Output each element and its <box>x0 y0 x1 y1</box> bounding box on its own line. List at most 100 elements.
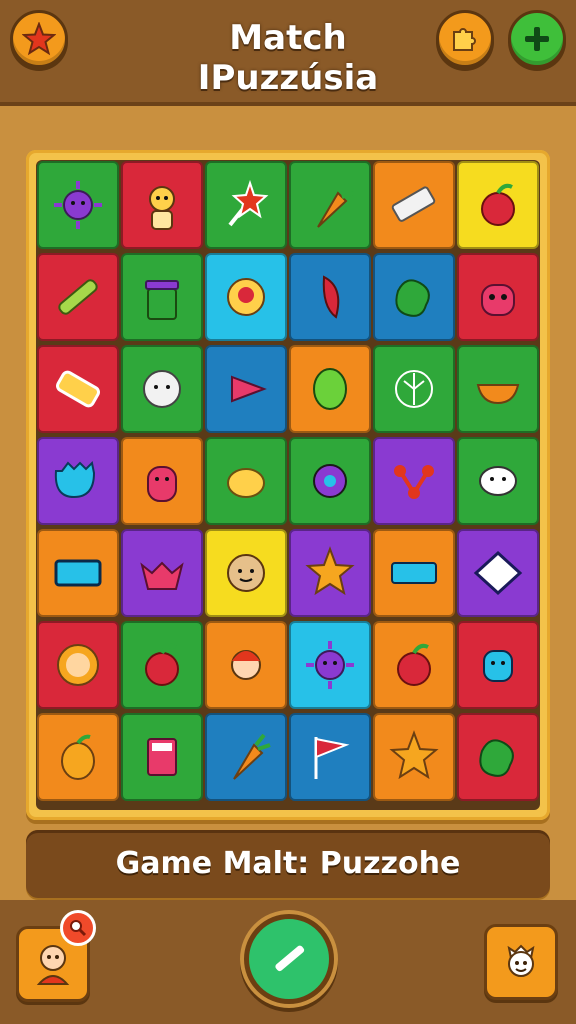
apple-icon <box>481 183 515 226</box>
leaf-ball-icon <box>395 370 433 408</box>
tile-toggle[interactable] <box>373 529 455 617</box>
tile-apple[interactable] <box>373 621 455 709</box>
stick-icon <box>58 279 98 315</box>
search-icon <box>70 920 87 937</box>
carrot-icon <box>233 733 271 780</box>
tile-robot-head[interactable] <box>457 621 539 709</box>
tile-molecule[interactable] <box>373 437 455 525</box>
pencil-icon <box>275 945 305 972</box>
battery-icon <box>56 370 100 408</box>
chili-icon <box>322 275 340 319</box>
tile-lion[interactable] <box>37 621 119 709</box>
eraser-icon <box>391 186 436 222</box>
tile-flag[interactable] <box>289 713 371 801</box>
plus-icon <box>525 27 549 51</box>
ball-face-icon <box>143 370 181 408</box>
apple-icon <box>397 643 431 686</box>
tile-cat[interactable] <box>121 437 203 525</box>
tile-star[interactable] <box>289 529 371 617</box>
blob-icon <box>395 279 430 317</box>
star-wand-icon <box>228 179 269 227</box>
bowl-icon <box>476 384 520 405</box>
screen-icon <box>54 559 102 587</box>
monster-icon <box>481 284 515 316</box>
tile-bird[interactable] <box>121 529 203 617</box>
tile-bin[interactable] <box>121 253 203 341</box>
game-title: Match IPuzzúsia <box>150 18 426 98</box>
cat-icon <box>147 466 177 502</box>
lemon-icon <box>227 468 265 498</box>
lion-icon <box>57 644 99 686</box>
tile-boy[interactable] <box>205 621 287 709</box>
tile-apple[interactable] <box>457 161 539 249</box>
tile-calculator[interactable] <box>121 713 203 801</box>
character-button[interactable] <box>484 924 558 1000</box>
mango-icon <box>61 734 95 780</box>
tile-screen[interactable] <box>37 529 119 617</box>
tile-orb[interactable] <box>289 437 371 525</box>
gem-icon <box>227 278 265 316</box>
tile-blob[interactable] <box>373 253 455 341</box>
tile-lemon[interactable] <box>205 437 287 525</box>
draw-button[interactable] <box>244 914 334 1004</box>
tile-battery[interactable] <box>37 345 119 433</box>
robot-head-icon <box>483 650 513 682</box>
sun-face-icon <box>306 641 354 689</box>
tile-bowl[interactable] <box>457 345 539 433</box>
tile-carrot[interactable] <box>289 161 371 249</box>
molecule-icon <box>394 465 434 499</box>
star-icon <box>22 22 56 56</box>
tile-play-arrow[interactable] <box>205 345 287 433</box>
face-icon <box>227 554 265 592</box>
blob-icon <box>479 739 514 777</box>
tile-bean[interactable] <box>289 345 371 433</box>
person-icon <box>149 186 175 230</box>
tile-monster[interactable] <box>457 253 539 341</box>
tile-leaf-ball[interactable] <box>373 345 455 433</box>
tile-ball-face[interactable] <box>121 345 203 433</box>
tile-star[interactable] <box>373 713 455 801</box>
puzzle-button[interactable] <box>436 10 494 68</box>
calculator-icon <box>147 738 177 776</box>
orb-icon <box>313 464 347 498</box>
tile-sun-face[interactable] <box>37 161 119 249</box>
bean-icon <box>313 368 347 410</box>
add-button[interactable] <box>508 10 566 68</box>
puzzle-icon <box>453 28 476 51</box>
tile-diamond[interactable] <box>457 529 539 617</box>
diamond-icon <box>473 550 523 596</box>
tile-carrot[interactable] <box>205 713 287 801</box>
speech-face-icon <box>479 466 517 496</box>
title-line-1: Match <box>229 18 347 58</box>
tile-eraser[interactable] <box>373 161 455 249</box>
tile-stick[interactable] <box>37 253 119 341</box>
tile-sun-face[interactable] <box>289 621 371 709</box>
carrot-icon <box>317 181 355 228</box>
profile-icon <box>36 945 70 985</box>
tile-blob[interactable] <box>457 713 539 801</box>
star-icon <box>305 546 355 596</box>
tile-chili[interactable] <box>289 253 371 341</box>
notification-badge[interactable] <box>60 910 96 946</box>
tile-mango[interactable] <box>37 713 119 801</box>
tile-robot[interactable] <box>37 437 119 525</box>
bin-icon <box>145 280 179 320</box>
tile-person[interactable] <box>121 161 203 249</box>
star-icon <box>389 730 439 780</box>
title-line-2: IPuzzúsia <box>197 58 379 98</box>
tile-apple[interactable] <box>121 621 203 709</box>
game-board <box>36 160 540 810</box>
robot-icon <box>54 460 96 499</box>
bird-icon <box>140 561 184 590</box>
flag-icon <box>314 737 350 779</box>
tile-star-wand[interactable] <box>205 161 287 249</box>
tile-gem[interactable] <box>205 253 287 341</box>
favorites-button[interactable] <box>10 10 68 68</box>
sun-face-icon <box>54 181 102 229</box>
apple-icon <box>145 643 179 686</box>
toggle-icon <box>391 562 437 584</box>
tile-speech-face[interactable] <box>457 437 539 525</box>
tile-face[interactable] <box>205 529 287 617</box>
game-caption: Game Malt: Puzzohe <box>115 846 461 881</box>
boy-icon <box>231 650 261 680</box>
